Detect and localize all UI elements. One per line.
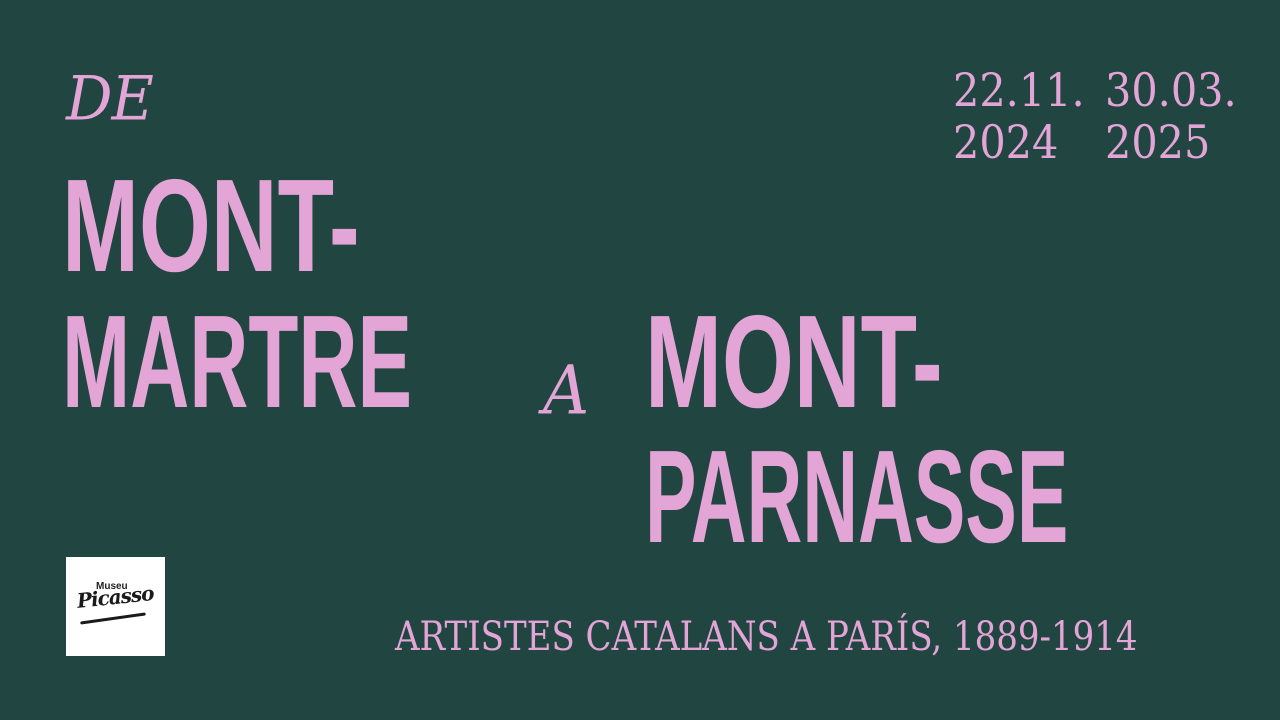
- title-de: DE: [66, 62, 154, 135]
- title-line-martre: MARTRE: [62, 288, 413, 435]
- logo-picasso-signature: Picasso: [75, 580, 155, 613]
- title-a: A: [543, 352, 590, 431]
- end-date-day: 30.03.: [1105, 63, 1237, 117]
- start-date: 22.11. 2024: [953, 64, 1085, 168]
- title-line-parnasse: PARNASSE: [645, 423, 1069, 570]
- logo-signature-underline: [80, 612, 146, 625]
- subtitle: ARTISTES CATALANS A PARÍS, 1889-1914: [395, 614, 1138, 660]
- start-date-day: 22.11.: [953, 63, 1085, 117]
- museu-picasso-logo: Museu Picasso: [66, 557, 165, 656]
- exhibition-poster: DE MONT- MARTRE A MONT- PARNASSE 22.11. …: [0, 0, 1280, 720]
- end-date-year: 2025: [1105, 115, 1211, 169]
- end-date: 30.03. 2025: [1105, 64, 1237, 168]
- start-date-year: 2024: [953, 115, 1059, 169]
- title-line-mont-1: MONT-: [62, 152, 360, 299]
- title-line-mont-2: MONT-: [645, 288, 943, 435]
